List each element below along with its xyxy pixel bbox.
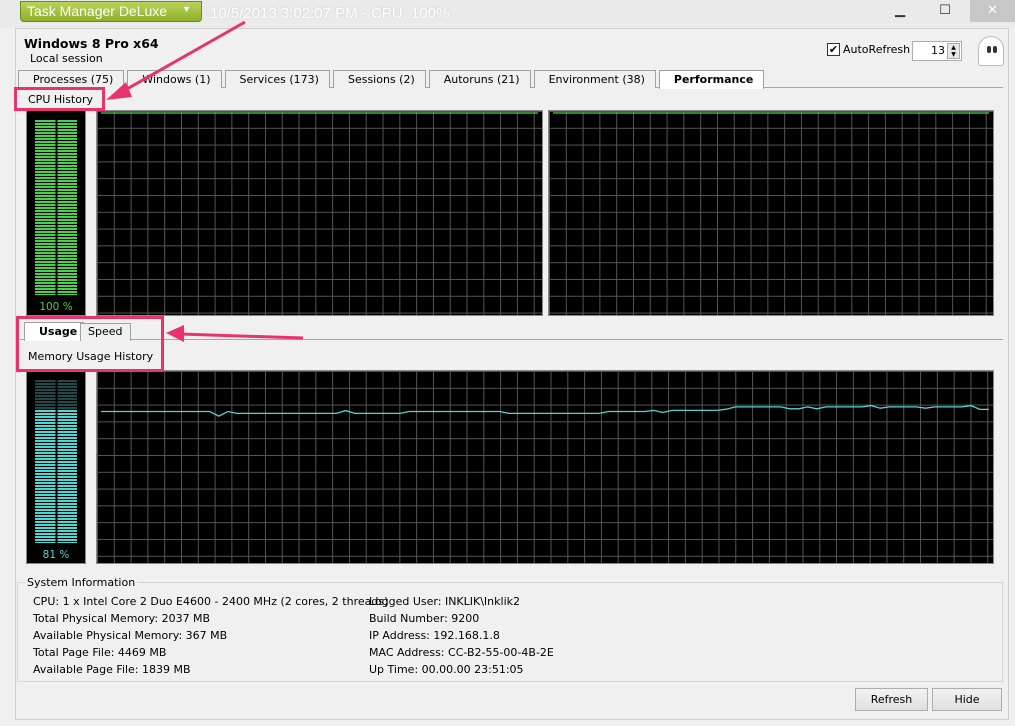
annotation-arrows — [106, 20, 304, 342]
arrow-head-icon — [106, 82, 132, 100]
arrow-head-icon — [166, 325, 184, 342]
annotation-arrow-memory — [179, 332, 304, 340]
annotation-arrow-cpu — [119, 20, 246, 95]
